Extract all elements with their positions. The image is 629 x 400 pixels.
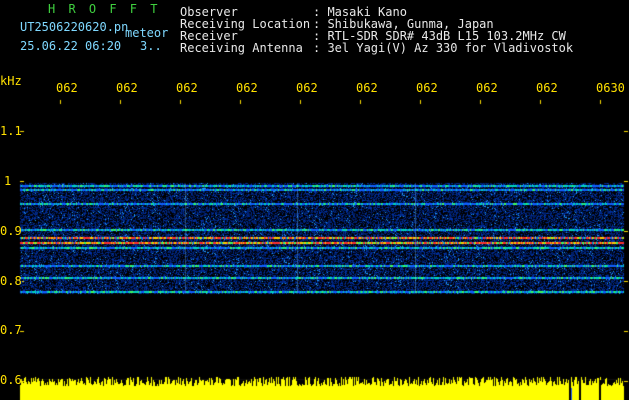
x-tick-label: 062 [56,81,78,95]
logo-text: H R O F F T [48,2,161,16]
y-tick-label: 0.6 [0,373,22,387]
x-tick-label: 062 [536,81,558,95]
x-tick-label: 062 [296,81,318,95]
y-tick-label: 1 [4,174,12,188]
x-tick-label: 062 [236,81,258,95]
y-tick-label: 0.8 [0,274,22,288]
x-tick-label: 062 [176,81,198,95]
y-axis-unit: kHz [0,74,22,88]
y-tick-label: 0.7 [0,323,22,337]
x-tick-label: 062 [356,81,378,95]
x-tick-label: 0630 [596,81,625,95]
info-label-antenna: Receiving Antenna [180,41,303,55]
spectrogram-canvas [0,0,629,400]
count-label: 3.. [140,39,162,53]
y-tick-label: 0.9 [0,224,22,238]
filename-label: UT2506220620.pn [20,20,129,34]
x-tick-label: 062 [476,81,498,95]
datetime-label: 25.06.22 06:20 [20,39,122,53]
info-value-antenna: : 3el Yagi(V) Az 330 for Vladivostok [313,41,574,55]
mode-label: meteor [125,26,169,40]
y-tick-label: 1.1 [0,124,22,138]
x-tick-label: 062 [416,81,438,95]
x-tick-label: 062 [116,81,138,95]
